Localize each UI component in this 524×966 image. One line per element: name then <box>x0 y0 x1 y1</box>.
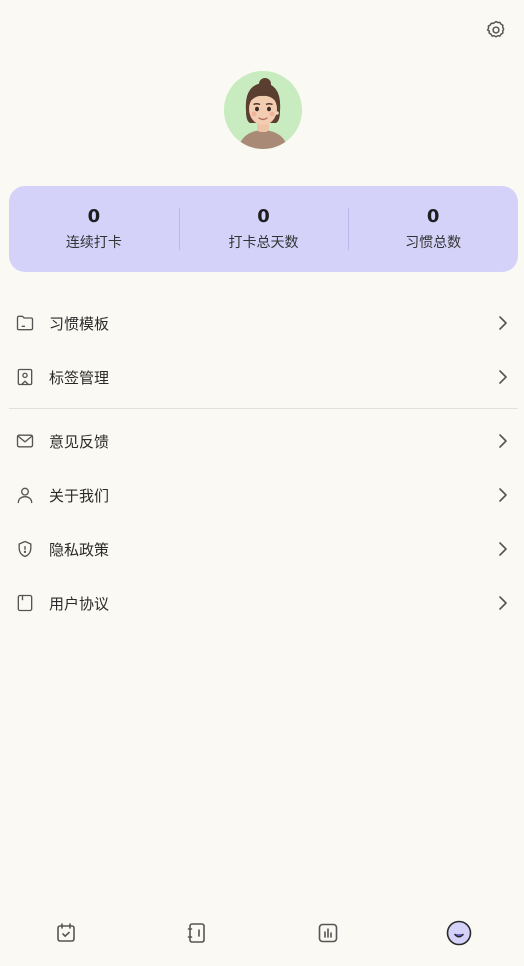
menu-item-label: 关于我们 <box>49 486 110 505</box>
menu-item-habit-templates[interactable]: 习惯模板 <box>0 296 524 350</box>
stat-label: 打卡总天数 <box>228 235 299 251</box>
settings-button[interactable] <box>482 18 510 46</box>
stat-value: 0 <box>426 206 440 227</box>
profile-face-icon <box>446 920 472 950</box>
shield-icon <box>13 537 37 561</box>
stats-card: 0 连续打卡 0 打卡总天数 0 习惯总数 <box>9 186 518 272</box>
stat-habit-count: 0 习惯总数 <box>348 186 518 272</box>
bottom-tab-bar <box>0 910 524 966</box>
stat-label: 连续打卡 <box>65 235 122 251</box>
menu-group-habits: 习惯模板 标签管理 <box>0 296 524 404</box>
menu-item-privacy-policy[interactable]: 隐私政策 <box>0 522 524 576</box>
menu-item-tag-management[interactable]: 标签管理 <box>0 350 524 404</box>
menu-item-about-us[interactable]: 关于我们 <box>0 468 524 522</box>
chevron-right-icon <box>496 314 510 332</box>
profile-page: 0 连续打卡 0 打卡总天数 0 习惯总数 习惯模板 标签管理 意见反馈 关于我… <box>0 0 524 966</box>
tab-checkin[interactable] <box>38 915 94 955</box>
avatar[interactable] <box>224 71 302 149</box>
menu-item-label: 意见反馈 <box>49 432 110 451</box>
bar-chart-icon <box>316 921 340 949</box>
chevron-right-icon <box>496 594 510 612</box>
document-icon <box>13 591 37 615</box>
user-icon <box>13 483 37 507</box>
stat-label: 习惯总数 <box>405 235 462 251</box>
chevron-right-icon <box>496 486 510 504</box>
menu-group-info: 意见反馈 关于我们 隐私政策 用户协议 <box>0 414 524 630</box>
menu-item-user-agreement[interactable]: 用户协议 <box>0 576 524 630</box>
stat-total-days: 0 打卡总天数 <box>178 186 349 272</box>
tag-icon <box>13 365 37 389</box>
chevron-right-icon <box>496 368 510 386</box>
stat-value: 0 <box>257 206 270 227</box>
tab-statistics[interactable] <box>300 915 356 955</box>
mail-icon <box>13 429 37 453</box>
notebook-icon <box>185 921 209 949</box>
menu-item-label: 隐私政策 <box>49 540 110 559</box>
menu-item-label: 标签管理 <box>49 368 110 387</box>
stat-streak: 0 连续打卡 <box>9 186 179 272</box>
divider <box>9 408 518 409</box>
tab-habits[interactable] <box>169 915 225 955</box>
menu-item-feedback[interactable]: 意见反馈 <box>0 414 524 468</box>
folder-icon <box>13 311 37 335</box>
gear-icon <box>485 19 507 45</box>
menu-item-label: 用户协议 <box>49 594 110 613</box>
chevron-right-icon <box>496 540 510 558</box>
calendar-check-icon <box>54 921 78 949</box>
menu-item-label: 习惯模板 <box>49 314 110 333</box>
chevron-right-icon <box>496 432 510 450</box>
stat-value: 0 <box>87 206 101 227</box>
tab-profile[interactable] <box>431 915 487 955</box>
